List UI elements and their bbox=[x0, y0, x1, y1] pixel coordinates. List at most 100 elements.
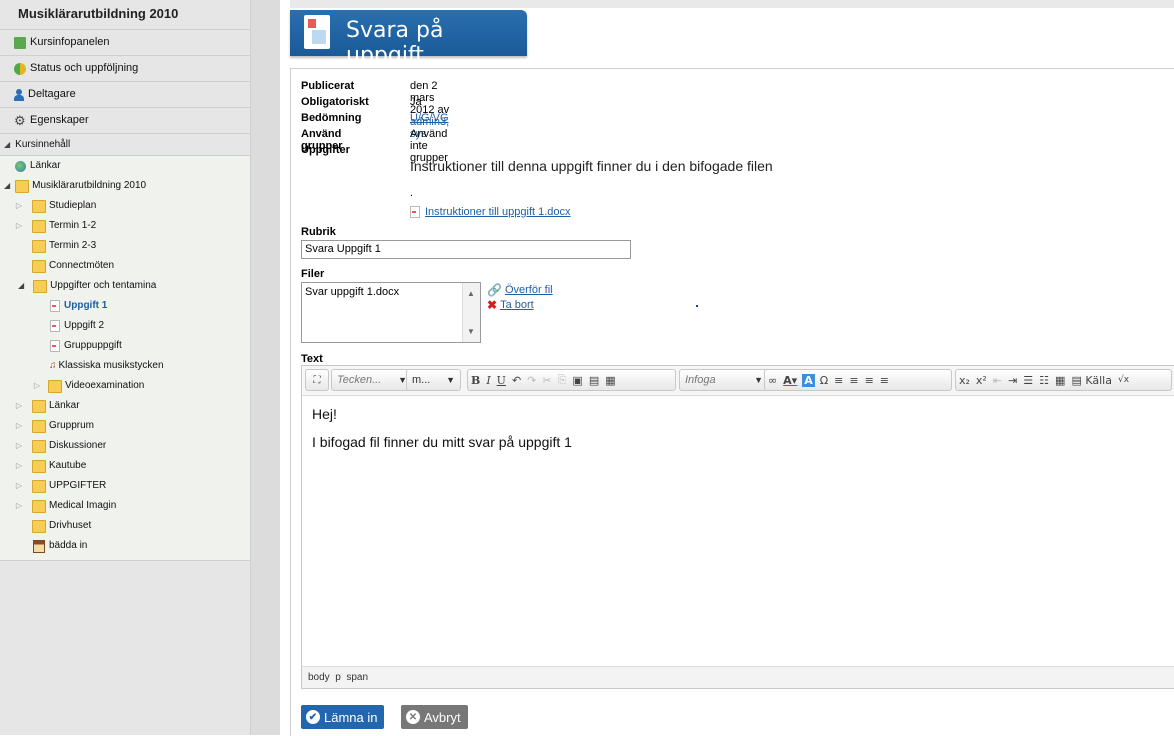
upload-file-action[interactable]: 🔗 Överför fil bbox=[487, 283, 553, 297]
redo-icon[interactable]: ↷ bbox=[524, 374, 539, 387]
delete-file-action[interactable]: ✖ Ta bort bbox=[487, 298, 553, 312]
numbered-list-icon[interactable]: ☰ bbox=[1020, 374, 1036, 387]
align-justify-icon[interactable]: ≡ bbox=[877, 374, 892, 387]
tree-item-uppgifter-caps[interactable]: ▷ UPPGIFTER bbox=[0, 476, 250, 496]
file-item[interactable]: Svar uppgift 1.docx bbox=[305, 286, 399, 298]
expand-icon[interactable]: ▷ bbox=[14, 436, 24, 456]
tree-item-drivhuset[interactable]: Drivhuset bbox=[0, 516, 250, 536]
undo-icon[interactable]: ↶ bbox=[509, 374, 524, 387]
grading-link[interactable]: U/G/VG bbox=[410, 112, 449, 124]
maximize-button[interactable]: ⛶ bbox=[305, 369, 329, 391]
tree-item-lankar[interactable]: ▷ Länkar bbox=[0, 396, 250, 416]
paste-word-icon[interactable]: ▦ bbox=[602, 374, 618, 387]
published-label: Publicerat bbox=[301, 80, 355, 92]
tree-item-diskussioner[interactable]: ▷ Diskussioner bbox=[0, 436, 250, 456]
font-combo[interactable]: Tecken... ▼ bbox=[331, 369, 413, 391]
folder-icon bbox=[32, 519, 46, 533]
paste-text-icon[interactable]: ▤ bbox=[586, 374, 602, 387]
nav-status[interactable]: Status och uppföljning bbox=[0, 56, 250, 82]
bg-color-button[interactable]: A bbox=[802, 373, 815, 387]
source-button[interactable]: ▤ Källa bbox=[1068, 374, 1115, 387]
files-scrollbar[interactable]: ▲ ▼ bbox=[462, 283, 480, 342]
nav-egenskaper[interactable]: ⚙ Egenskaper bbox=[0, 108, 250, 134]
cancel-button[interactable]: ✕ Avbryt bbox=[401, 705, 468, 729]
tree-label: Uppgifter och tentamina bbox=[50, 280, 157, 291]
cancel-label: Avbryt bbox=[424, 709, 461, 725]
text-color-button[interactable]: A▾ bbox=[780, 374, 800, 387]
table-icon[interactable]: ▦ bbox=[1052, 374, 1068, 387]
subscript-icon[interactable]: x₂ bbox=[956, 374, 973, 387]
folder-icon bbox=[48, 379, 62, 393]
tree-item-gruppuppgift[interactable]: Gruppuppgift bbox=[0, 336, 250, 356]
tree-label: Grupprum bbox=[49, 420, 95, 431]
page-header: Svara på uppgift bbox=[290, 10, 527, 68]
expand-icon[interactable]: ▷ bbox=[14, 396, 24, 416]
tree-item-connect[interactable]: Connectmöten bbox=[0, 256, 250, 276]
superscript-icon[interactable]: x² bbox=[973, 374, 990, 387]
nav-label: Egenskaper bbox=[30, 114, 89, 126]
link-icon[interactable]: ∞ bbox=[765, 374, 780, 387]
italic-button[interactable]: I bbox=[483, 374, 493, 387]
tree-item-lankar-root[interactable]: Länkar bbox=[0, 156, 250, 176]
tree-item-studieplan[interactable]: ▷ Studieplan bbox=[0, 196, 250, 216]
expand-icon[interactable]: ▷ bbox=[14, 196, 24, 216]
cut-icon[interactable]: ✂ bbox=[539, 374, 554, 387]
math-icon[interactable]: √x bbox=[1115, 375, 1132, 385]
tree-item-termin12[interactable]: ▷ Termin 1-2 bbox=[0, 216, 250, 236]
file-icon bbox=[410, 206, 420, 218]
align-center-icon[interactable]: ≡ bbox=[846, 374, 861, 387]
expand-icon[interactable]: ▷ bbox=[14, 476, 24, 496]
section-kursinnehall[interactable]: ◢ Kursinnehåll bbox=[0, 134, 250, 156]
bold-button[interactable]: B bbox=[468, 374, 483, 387]
rubrik-input[interactable]: Svara Uppgift 1 bbox=[301, 240, 631, 259]
tree-item-medical[interactable]: ▷ Medical Imagin bbox=[0, 496, 250, 516]
folder-icon bbox=[15, 179, 30, 193]
submit-button[interactable]: ✔ Lämna in bbox=[301, 705, 385, 729]
expand-icon[interactable]: ▷ bbox=[14, 416, 24, 436]
expand-icon[interactable]: ▷ bbox=[14, 496, 24, 516]
main-area: Svara på uppgift Publicerat den 2 mars 2… bbox=[290, 0, 1174, 736]
align-right-icon[interactable]: ≡ bbox=[862, 374, 877, 387]
tree-item-termin23[interactable]: Termin 2-3 bbox=[0, 236, 250, 256]
tree-item-uppgifter[interactable]: ◢ Uppgifter och tentamina bbox=[0, 276, 250, 296]
upload-link[interactable]: Överför fil bbox=[505, 284, 553, 296]
copy-icon[interactable]: ⎘ bbox=[555, 373, 570, 387]
outdent-icon[interactable]: ⇤ bbox=[990, 374, 1005, 387]
nav-deltagare[interactable]: Deltagare bbox=[0, 82, 250, 108]
underline-button[interactable]: U bbox=[494, 374, 509, 387]
tree-item-badda[interactable]: bädda in bbox=[0, 536, 250, 556]
tree-item-grupprum[interactable]: ▷ Grupprum bbox=[0, 416, 250, 436]
expand-icon[interactable]: ▷ bbox=[14, 216, 24, 236]
align-left-icon[interactable]: ≡ bbox=[831, 374, 846, 387]
paperclip-icon: 🔗 bbox=[487, 283, 502, 297]
tree-item-video[interactable]: ▷ Videoexamination bbox=[0, 376, 250, 396]
scroll-down-icon[interactable]: ▼ bbox=[467, 327, 475, 336]
special-char-icon[interactable]: Ω bbox=[817, 374, 831, 387]
expand-icon[interactable]: ▷ bbox=[32, 376, 42, 396]
tree-label: UPPGIFTER bbox=[49, 480, 107, 491]
tree-item-uppgift2[interactable]: Uppgift 2 bbox=[0, 316, 250, 336]
expanded-icon: ◢ bbox=[18, 281, 25, 290]
tree-item-course[interactable]: ◢ Musiklärarutbildning 2010 bbox=[0, 176, 250, 196]
rich-text-editor[interactable]: ⛶ Tecken... ▼ m... ▼ B I U ↶ ↷ ✂ ⎘ ▣ ▤ ▦… bbox=[301, 365, 1174, 689]
tree-item-kautube[interactable]: ▷ Kautube bbox=[0, 456, 250, 476]
nav-label: Kursinfopanelen bbox=[30, 36, 110, 48]
tree-item-klassiska[interactable]: ♫ Klassiska musikstycken bbox=[0, 356, 250, 376]
delete-link[interactable]: Ta bort bbox=[500, 299, 534, 311]
expand-icon[interactable]: ▷ bbox=[14, 456, 24, 476]
nav-kursinfopanelen[interactable]: Kursinfopanelen bbox=[0, 30, 250, 56]
attachment[interactable]: Instruktioner till uppgift 1.docx bbox=[410, 206, 571, 218]
files-list[interactable]: Svar uppgift 1.docx ▲ ▼ bbox=[301, 282, 481, 343]
size-combo[interactable]: m... ▼ bbox=[406, 369, 461, 391]
editor-body[interactable]: Hej! I bifogad fil finner du mitt svar p… bbox=[312, 406, 572, 462]
tree-item-uppgift1[interactable]: Uppgift 1 bbox=[0, 296, 250, 316]
attachment-link[interactable]: Instruktioner till uppgift 1.docx bbox=[425, 206, 571, 218]
paste-icon[interactable]: ▣ bbox=[569, 374, 585, 387]
scroll-up-icon[interactable]: ▲ bbox=[467, 289, 475, 298]
folder-icon bbox=[33, 279, 48, 293]
insert-combo[interactable]: Infoga ▼ bbox=[679, 369, 769, 391]
chevron-down-icon: ▼ bbox=[754, 375, 763, 385]
bullet-list-icon[interactable]: ☷ bbox=[1036, 374, 1052, 387]
indent-icon[interactable]: ⇥ bbox=[1005, 374, 1020, 387]
text-label: Text bbox=[301, 353, 323, 365]
